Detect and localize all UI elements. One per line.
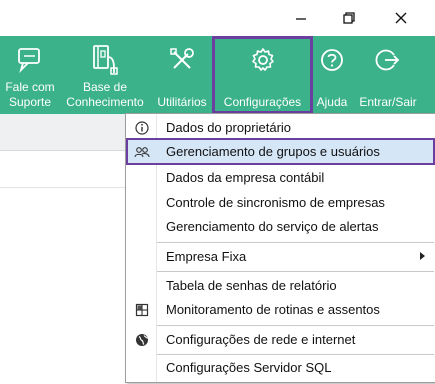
ajuda-button[interactable]: ​ Ajuda xyxy=(314,36,350,114)
menu-separator xyxy=(157,271,434,272)
gear-icon xyxy=(251,48,274,71)
menu-item-label: Empresa Fixa xyxy=(166,249,247,264)
globe-icon xyxy=(135,333,148,346)
divider xyxy=(0,150,130,151)
configuracoes-dropdown-menu: Dados do proprietário Gerenciamento de g… xyxy=(125,113,435,383)
menu-item-configuracoes-servidor-sql[interactable]: Configurações Servidor SQL xyxy=(126,355,435,380)
chat-icon xyxy=(18,48,40,74)
minimize-button[interactable] xyxy=(282,0,320,36)
book-usb-icon xyxy=(93,45,118,75)
menu-item-label: Configurações de rede e internet xyxy=(166,332,356,347)
entrar-sair-button[interactable]: ​ Entrar/Sair xyxy=(352,36,424,114)
utilitarios-line2: Utilitários xyxy=(157,95,207,109)
menu-item-label: Dados da empresa contábil xyxy=(166,170,325,185)
menu-item-dados-da-empresa-contabil[interactable]: Dados da empresa contábil xyxy=(126,165,435,190)
logout-icon xyxy=(375,49,400,71)
title-bar xyxy=(0,0,435,36)
tools-icon xyxy=(170,48,194,69)
entrar-sair-line2: Entrar/Sair xyxy=(359,95,417,109)
restore-button[interactable] xyxy=(330,0,368,36)
menu-item-label: Tabela de senhas de relatório xyxy=(166,278,337,293)
menu-item-label: Gerenciamento de grupos e usuários xyxy=(166,144,380,159)
utilitarios-button[interactable]: ​ Utilitários xyxy=(150,36,214,114)
menu-item-label: Gerenciamento do serviço de alertas xyxy=(166,219,379,234)
menu-item-empresa-fixa[interactable]: Empresa Fixa xyxy=(126,244,435,269)
menu-separator xyxy=(157,242,434,243)
help-icon xyxy=(321,49,343,71)
menu-item-configuracoes-de-rede[interactable]: Configurações de rede e internet xyxy=(126,327,435,352)
base-de-conhecimento-line1: Base de xyxy=(82,80,128,94)
fale-com-suporte-button[interactable]: Fale com Suporte xyxy=(0,36,60,114)
menu-item-dados-do-proprietario[interactable]: Dados do proprietário xyxy=(126,115,435,140)
menu-item-label: Controle de sincronismo de empresas xyxy=(166,195,385,210)
fale-com-suporte-line1: Fale com xyxy=(5,80,55,94)
users-icon xyxy=(133,146,150,157)
tab-strip xyxy=(0,114,130,150)
menu-item-gerenciamento-servico-alertas[interactable]: Gerenciamento do serviço de alertas xyxy=(126,214,435,239)
base-de-conhecimento-line2: Conhecimento xyxy=(66,95,144,109)
close-button[interactable] xyxy=(382,0,420,36)
menu-item-monitoramento-de-rotinas[interactable]: Monitoramento de rotinas e assentos xyxy=(126,297,435,322)
menu-item-label: Monitoramento de rotinas e assentos xyxy=(166,302,380,317)
ribbon-toolbar: Fale com Suporte Base de Conhecimento ​ xyxy=(0,36,435,114)
close-icon xyxy=(395,12,407,24)
divider xyxy=(0,187,130,188)
fale-com-suporte-line2: Suporte xyxy=(8,95,52,109)
menu-item-label: Dados do proprietário xyxy=(166,120,292,135)
base-de-conhecimento-button[interactable]: Base de Conhecimento xyxy=(62,36,148,114)
restore-icon xyxy=(343,12,355,24)
submenu-arrow-icon xyxy=(420,252,425,260)
menu-item-controle-de-sincronismo[interactable]: Controle de sincronismo de empresas xyxy=(126,190,435,215)
configuracoes-button[interactable]: ​ Configurações xyxy=(212,36,313,114)
minimize-icon xyxy=(296,18,306,20)
menu-item-gerenciamento-de-grupos[interactable]: Gerenciamento de grupos e usuários xyxy=(126,138,435,165)
configuracoes-line2: Configurações xyxy=(223,95,302,109)
monitor-icon xyxy=(135,303,148,316)
info-icon xyxy=(134,120,149,135)
ajuda-line2: Ajuda xyxy=(316,95,348,109)
menu-separator xyxy=(157,325,434,326)
menu-item-tabela-de-senhas[interactable]: Tabela de senhas de relatório xyxy=(126,273,435,298)
menu-item-label: Configurações Servidor SQL xyxy=(166,360,332,375)
